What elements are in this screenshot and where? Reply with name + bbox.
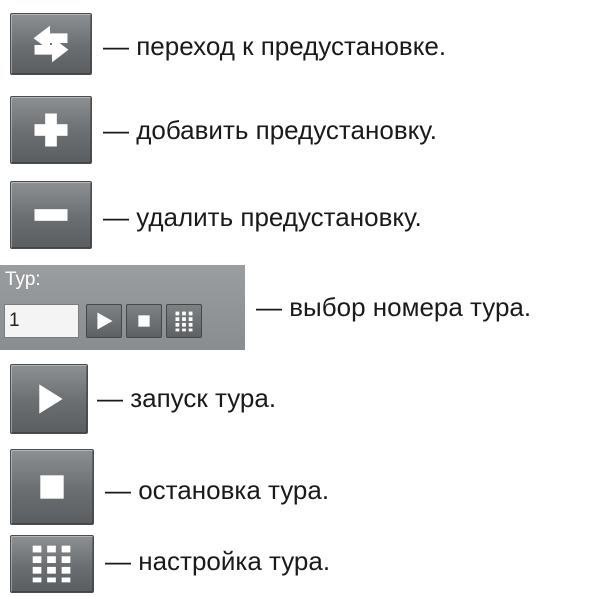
grid-icon <box>175 311 193 332</box>
tour-selector-description: — выбор номера тура. <box>256 292 532 322</box>
tour-label: Тур: <box>5 269 41 290</box>
stop-button[interactable] <box>10 449 94 525</box>
play-button[interactable] <box>10 364 88 434</box>
tour-settings-description: — настройка тура. <box>105 546 331 576</box>
stop-description: — остановка тура. <box>105 475 330 505</box>
delete-preset-button[interactable] <box>10 181 92 249</box>
plus-icon <box>34 113 68 147</box>
tour-settings-button[interactable] <box>166 304 202 338</box>
play-description: — запуск тура. <box>97 383 277 413</box>
tour-selector-panel: Тур: 1 <box>0 265 245 350</box>
stop-icon <box>40 475 64 499</box>
play-icon <box>97 312 113 330</box>
delete-preset-description: — удалить предустановку. <box>103 202 422 232</box>
tour-number-input[interactable]: 1 <box>4 304 79 338</box>
minus-icon <box>34 209 68 221</box>
goto-preset-description: — переход к предустановке. <box>103 31 447 61</box>
grid-icon <box>32 545 71 583</box>
tour-play-button[interactable] <box>86 304 122 338</box>
tour-settings-main-button[interactable] <box>10 535 94 593</box>
stop-icon <box>138 315 150 327</box>
goto-preset-icon <box>33 25 69 63</box>
tour-stop-button[interactable] <box>126 304 162 338</box>
play-icon <box>39 384 63 414</box>
goto-preset-button[interactable] <box>10 13 92 75</box>
add-preset-description: — добавить предустановку. <box>103 115 437 145</box>
add-preset-button[interactable] <box>10 96 92 164</box>
